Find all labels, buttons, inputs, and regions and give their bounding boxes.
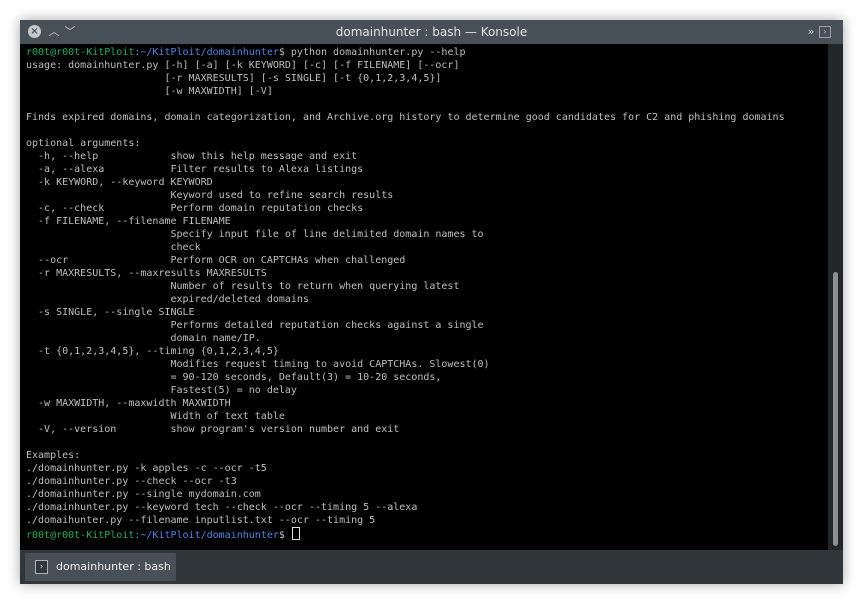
tab-domainhunter[interactable]: › domainhunter : bash xyxy=(25,553,176,581)
tab-label: domainhunter : bash xyxy=(56,560,171,573)
terminal-line: = 90-120 seconds, Default(3) = 10-20 sec… xyxy=(26,372,442,383)
terminal-line: Keyword used to refine search results xyxy=(26,190,394,201)
terminal-line: Modifies request timing to avoid CAPTCHA… xyxy=(26,359,490,370)
terminal-line: ./domainhunter.py --keyword tech --check… xyxy=(26,502,418,513)
terminal-line: usage: domainhunter.py [-h] [-a] [-k KEY… xyxy=(26,60,460,71)
terminal-line: Examples: xyxy=(26,450,81,461)
terminal-line: Performs detailed reputation checks agai… xyxy=(26,320,484,331)
terminal-line: Fastest(5) = no delay xyxy=(26,385,297,396)
terminal-line: Finds expired domains, domain categoriza… xyxy=(26,112,785,123)
prompt-path: :~/KitPloit/domainhunter xyxy=(134,530,279,541)
terminal-line: -a, --alexa Filter results to Alexa list… xyxy=(26,164,364,175)
terminal-icon: › xyxy=(35,560,48,574)
terminal-line: -r MAXRESULTS, --maxresults MAXRESULTS xyxy=(26,268,267,279)
prompt-path: :~/KitPloit/domainhunter xyxy=(134,47,279,58)
window-title: domainhunter : bash — Konsole xyxy=(335,25,528,39)
terminal-line: --ocr Perform OCR on CAPTCHAs when chall… xyxy=(26,255,406,266)
terminal-line: Number of results to return when queryin… xyxy=(26,281,460,292)
terminal-line: Specify input file of line delimited dom… xyxy=(26,229,484,240)
terminal-line: [-w MAXWIDTH] [-V] xyxy=(26,86,273,97)
terminal-output[interactable]: r00t@r00t-KitPloit:~/KitPloit/domainhunt… xyxy=(20,44,828,550)
terminal-line: -c, --check Perform domain reputation ch… xyxy=(26,203,364,214)
menu-icon[interactable]: › xyxy=(819,26,831,38)
terminal-line: ./domainhunter.py --single mydomain.com xyxy=(26,489,261,500)
terminal-line: -f FILENAME, --filename FILENAME xyxy=(26,216,231,227)
terminal-line: -s SINGLE, --single SINGLE xyxy=(26,307,195,318)
command-text: $ python domainhunter.py --help xyxy=(278,47,466,58)
terminal-line: Width of text table xyxy=(26,411,285,422)
terminal-line: -h, --help show this help message and ex… xyxy=(26,151,358,162)
prompt-user: r00t@r00t-KitPloit xyxy=(26,47,135,58)
terminal-line: optional arguments: xyxy=(26,138,141,149)
scrollbar-thumb[interactable] xyxy=(833,272,838,546)
terminal-line: check xyxy=(26,242,201,253)
konsole-window: × ︿ ﹀ domainhunter : bash — Konsole » › … xyxy=(20,20,843,584)
terminal-line: ./domaihunter.py --filename inputlist.tx… xyxy=(26,515,376,526)
prompt-user: r00t@r00t-KitPloit xyxy=(26,530,135,541)
terminal-line: ./domainhunter.py --check --ocr -t3 xyxy=(26,476,237,487)
terminal-line: domain name/IP. xyxy=(26,333,261,344)
terminal-line: r00t@r00t-KitPloit:~/KitPloit/domainhunt… xyxy=(26,527,828,541)
scrollbar[interactable] xyxy=(828,44,843,550)
tab-bar: › domainhunter : bash xyxy=(20,550,843,584)
title-bar[interactable]: × ︿ ﹀ domainhunter : bash — Konsole » › xyxy=(20,20,843,44)
command-text: $ xyxy=(278,530,291,541)
text-cursor xyxy=(291,527,300,540)
terminal-line: r00t@r00t-KitPloit:~/KitPloit/domainhunt… xyxy=(26,46,828,59)
keep-above-icon[interactable]: » xyxy=(803,24,819,40)
terminal-line: -w MAXWIDTH, --maxwidth MAXWIDTH xyxy=(26,398,231,409)
terminal-line: expired/deleted domains xyxy=(26,294,309,305)
terminal-line: -t {0,1,2,3,4,5}, --timing {0,1,2,3,4,5} xyxy=(26,346,279,357)
terminal-line: -V, --version show program's version num… xyxy=(26,424,400,435)
terminal-line: [-r MAXRESULTS] [-s SINGLE] [-t {0,1,2,3… xyxy=(26,73,442,84)
terminal-line: ./domainhunter.py -k apples -c --ocr -t5 xyxy=(26,463,267,474)
terminal-line: -k KEYWORD, --keyword KEYWORD xyxy=(26,177,213,188)
